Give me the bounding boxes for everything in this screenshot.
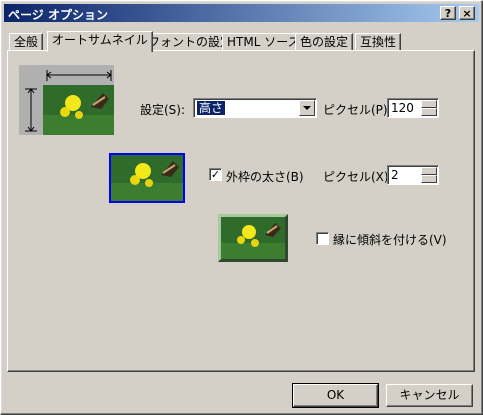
- tab-general[interactable]: 全般: [9, 33, 44, 51]
- close-button[interactable]: ×: [459, 6, 475, 20]
- size-setting-value: 高さ: [197, 101, 226, 115]
- page-options-dialog: ページ オプション ? × 全般 オートサムネイル フォントの設定 HTML ソ…: [0, 0, 483, 415]
- bevel-checkbox[interactable]: [316, 232, 329, 245]
- title-bar: ページ オプション ? ×: [4, 4, 479, 22]
- cancel-button[interactable]: キャンセル: [386, 384, 473, 407]
- pixel-label-x: ピクセル(X):: [323, 170, 393, 184]
- bevel-label: 縁に傾斜を付ける(V): [333, 233, 447, 247]
- spin-down-icon[interactable]: [421, 175, 437, 183]
- border-thickness-checkbox[interactable]: ✓: [209, 168, 222, 181]
- window-title: ページ オプション: [8, 8, 108, 22]
- spin-up-icon[interactable]: [421, 100, 437, 108]
- spin-up-icon[interactable]: [421, 167, 437, 175]
- pixel-label-p: ピクセル(P):: [323, 103, 392, 117]
- ok-button[interactable]: OK: [292, 383, 379, 408]
- chevron-down-icon[interactable]: [299, 100, 315, 116]
- size-setting-dropdown[interactable]: 高さ: [193, 98, 317, 118]
- spin-down-icon[interactable]: [421, 108, 437, 116]
- tab-strip: 全般 オートサムネイル フォントの設定 HTML ソース 色の設定 互換性: [1, 31, 483, 52]
- size-setting-label: 設定(S):: [140, 103, 186, 117]
- thumbnail-border-image: [109, 153, 185, 203]
- tab-color-settings[interactable]: 色の設定: [295, 33, 354, 51]
- pixel-x-value: 2: [391, 168, 399, 182]
- pixel-p-input[interactable]: 120: [387, 98, 439, 118]
- pixel-x-input[interactable]: 2: [387, 165, 439, 185]
- help-button[interactable]: ?: [440, 6, 456, 20]
- pixel-p-value: 120: [391, 101, 414, 115]
- size-diagram: [19, 65, 114, 135]
- border-thickness-label: 外枠の太さ(B): [226, 170, 304, 184]
- tab-auto-thumbnail[interactable]: オートサムネイル: [47, 31, 153, 52]
- tab-html-source[interactable]: HTML ソース: [222, 33, 305, 51]
- thumbnail-height-image: [43, 85, 114, 135]
- tab-compatibility[interactable]: 互換性: [355, 33, 402, 51]
- thumbnail-bevel-image: [218, 214, 288, 262]
